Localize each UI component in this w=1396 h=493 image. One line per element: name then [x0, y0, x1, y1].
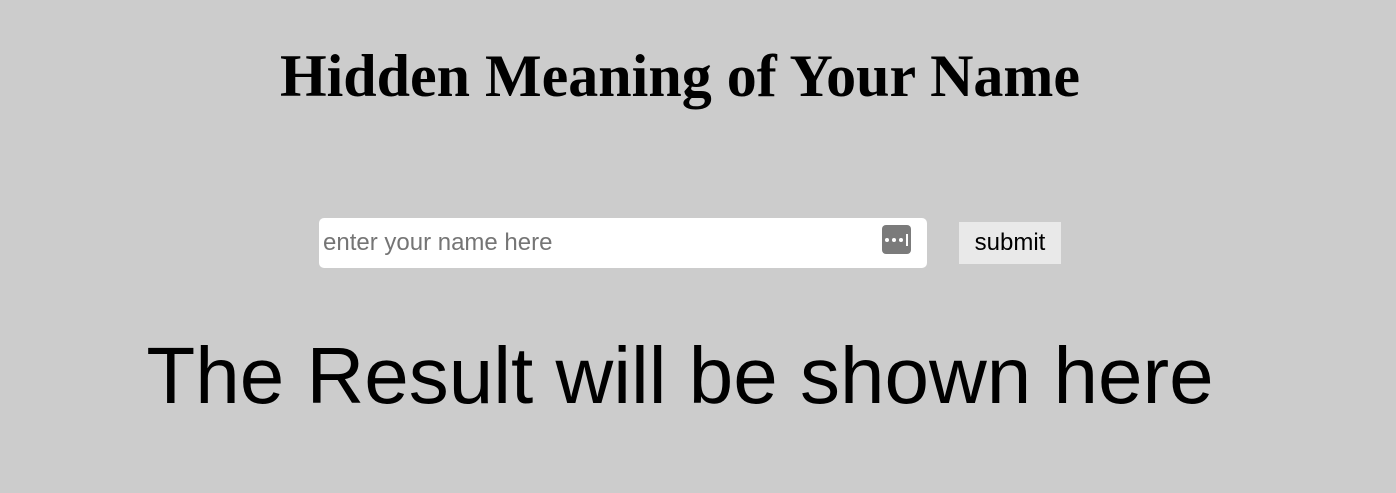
autofill-dot [892, 237, 896, 242]
autofill-dot [899, 237, 903, 242]
name-input[interactable] [319, 218, 875, 268]
name-form: submit [319, 218, 1061, 268]
name-field-container [319, 218, 927, 268]
page-title: Hidden Meaning of Your Name [279, 43, 1081, 109]
submit-button[interactable]: submit [959, 222, 1061, 264]
autofill-icon[interactable] [882, 225, 911, 254]
page: Hidden Meaning of Your Name submit The R… [0, 0, 1396, 493]
result-text: The Result will be shown here [146, 331, 1214, 420]
autofill-dot [885, 237, 889, 242]
autofill-bar [906, 233, 908, 246]
